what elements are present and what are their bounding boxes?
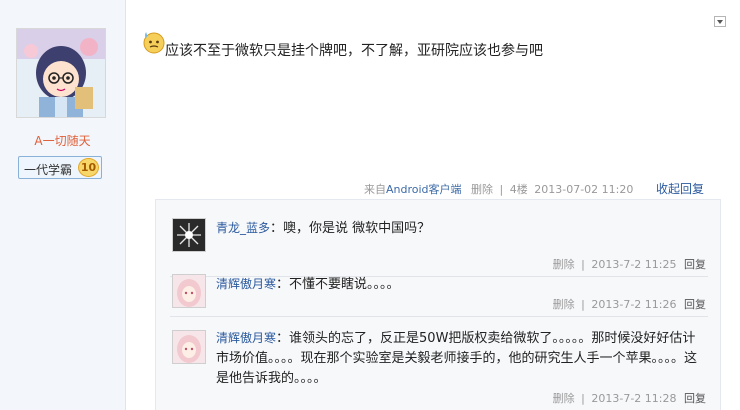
- reply-timestamp: 2013-7-2 11:25: [591, 258, 677, 271]
- reply-button[interactable]: 回复: [684, 298, 706, 311]
- reply-colon: ：: [270, 221, 284, 236]
- post-meta: 来自Android客户端 删除 | 4楼 2013-07-02 11:20: [364, 181, 633, 197]
- reply-divider: [170, 316, 708, 317]
- username-link[interactable]: A一切随天: [0, 132, 125, 149]
- post-content: 应该不至于微软只是挂个牌吧，不了解，亚研院应该也参与吧: [165, 43, 543, 59]
- user-avatar[interactable]: [16, 28, 106, 118]
- reply-avatar[interactable]: [172, 218, 206, 252]
- collapse-replies-link[interactable]: 收起回复: [656, 180, 704, 197]
- reply-content: 谁领头的忘了，反正是50W把版权卖给微软了。。。。。那时候没好好估计市场价值。。…: [216, 331, 698, 386]
- reply-delete-link[interactable]: 删除: [553, 298, 575, 311]
- reply-content: 噢，你是说 微软中国吗？: [283, 221, 431, 236]
- floor-number: 4楼: [509, 183, 528, 196]
- reply-meta: 删除 | 2013-7-2 11:28 回复: [553, 390, 706, 406]
- reply-meta: 删除 | 2013-7-2 11:26 回复: [553, 296, 706, 312]
- post-timestamp: 2013-07-02 11:20: [534, 183, 634, 196]
- reply-content: 不懂不要瞎说。。。。: [289, 277, 400, 292]
- reply-text: 清辉傲月寒：谁领头的忘了，反正是50W把版权卖给微软了。。。。。那时候没好好估计…: [216, 328, 708, 389]
- delete-post-link[interactable]: 删除: [471, 183, 493, 196]
- reply-avatar[interactable]: [172, 330, 206, 364]
- sweat-emoji-icon: [142, 30, 166, 57]
- reply-button[interactable]: 回复: [684, 392, 706, 405]
- source-prefix: 来自: [364, 183, 386, 196]
- reply-button[interactable]: 回复: [684, 258, 706, 271]
- reply-delete-link[interactable]: 删除: [553, 392, 575, 405]
- reply-avatar[interactable]: [172, 274, 206, 308]
- reply-text: 清辉傲月寒：不懂不要瞎说。。。。: [216, 274, 708, 295]
- reply-panel: 青龙_蓝多：噢，你是说 微软中国吗？ 删除 | 2013-7-2 11:25 回…: [155, 199, 721, 410]
- meta-separator: |: [581, 392, 585, 405]
- reply-colon: ：: [276, 277, 290, 292]
- reply-author-link[interactable]: 青龙_蓝多: [216, 221, 270, 235]
- rank-level-icon: 10: [78, 158, 99, 177]
- reply-author-link[interactable]: 清辉傲月寒: [216, 277, 276, 291]
- reply-meta: 删除 | 2013-7-2 11:25 回复: [553, 256, 706, 272]
- dropdown-arrow-icon[interactable]: [714, 16, 726, 27]
- reply-delete-link[interactable]: 删除: [553, 258, 575, 271]
- meta-separator: |: [499, 183, 504, 196]
- meta-separator: |: [581, 258, 585, 271]
- user-sidebar: A一切随天 一代学霸 10: [0, 0, 126, 410]
- reply-colon: ：: [276, 331, 290, 346]
- reply-author-link[interactable]: 清辉傲月寒: [216, 331, 276, 345]
- meta-separator: |: [581, 298, 585, 311]
- reply-timestamp: 2013-7-2 11:26: [591, 298, 677, 311]
- reply-timestamp: 2013-7-2 11:28: [591, 392, 677, 405]
- rank-badge[interactable]: 一代学霸 10: [18, 156, 102, 179]
- reply-text: 青龙_蓝多：噢，你是说 微软中国吗？: [216, 218, 708, 239]
- rank-label: 一代学霸: [24, 163, 73, 177]
- client-link[interactable]: Android客户端: [386, 183, 462, 196]
